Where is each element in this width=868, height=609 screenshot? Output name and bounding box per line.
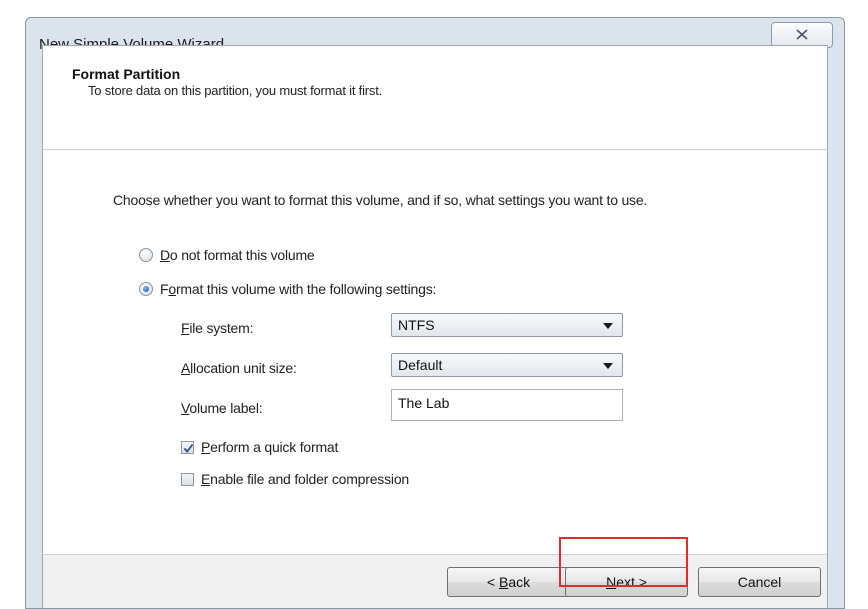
compression-label[interactable]: Enable file and folder compression xyxy=(201,471,409,487)
cancel-button[interactable]: Cancel xyxy=(698,567,821,597)
radio-selected-dot xyxy=(143,286,149,292)
back-button[interactable]: < Back xyxy=(447,567,570,597)
allocation-unit-dropdown[interactable]: Default xyxy=(391,353,623,377)
file-system-value: NTFS xyxy=(398,317,435,333)
close-icon xyxy=(796,29,808,40)
chevron-down-icon xyxy=(603,363,613,369)
allocation-unit-label: Allocation unit size: xyxy=(181,360,297,376)
page-title: Format Partition xyxy=(72,66,181,82)
file-system-dropdown[interactable]: NTFS xyxy=(391,313,623,337)
volume-label-field[interactable] xyxy=(391,389,623,421)
checkmark-icon xyxy=(183,443,194,453)
radio-button[interactable] xyxy=(139,248,153,262)
quick-format-checkbox[interactable] xyxy=(181,441,194,454)
radio-format-volume-label[interactable]: Format this volume with the following se… xyxy=(160,281,436,297)
volume-label-label: Volume label: xyxy=(181,400,263,416)
quick-format-label[interactable]: Perform a quick format xyxy=(201,439,338,455)
allocation-unit-value: Default xyxy=(398,357,443,373)
page-subtitle: To store data on this partition, you mus… xyxy=(88,83,383,98)
wizard-dialog: New Simple Volume Wizard Format Partitio… xyxy=(25,17,845,609)
radio-button[interactable] xyxy=(139,282,153,296)
button-bar: < Back Next > Cancel xyxy=(43,554,827,608)
chevron-down-icon xyxy=(603,323,613,329)
compression-checkbox[interactable] xyxy=(181,473,194,486)
file-system-label: File system: xyxy=(181,320,254,336)
volume-label-input[interactable] xyxy=(392,390,622,412)
instruction-text: Choose whether you want to format this v… xyxy=(113,192,648,208)
radio-do-not-format-label[interactable]: Do not format this volume xyxy=(160,247,315,263)
wizard-header: Format Partition To store data on this p… xyxy=(43,46,827,150)
next-button-highlight-box xyxy=(559,537,688,587)
wizard-client-area: Format Partition To store data on this p… xyxy=(42,45,828,608)
